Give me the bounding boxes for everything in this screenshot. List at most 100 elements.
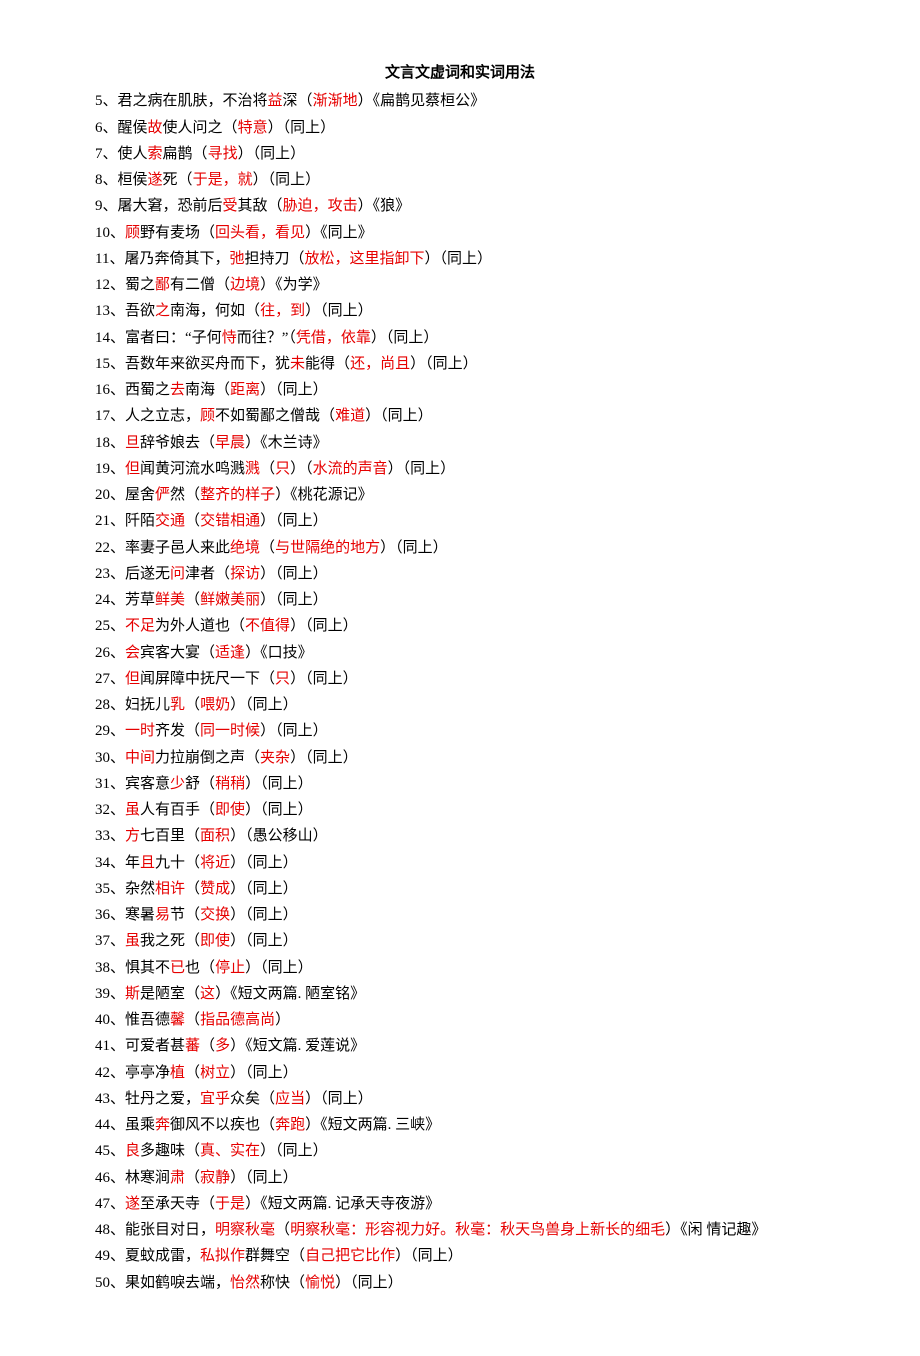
entry-number: 44、	[95, 1117, 125, 1133]
keyword-text: 愉悦	[305, 1275, 335, 1291]
keyword-text: 已	[170, 960, 185, 976]
list-item: 48、能张目对日，明察秋毫（明察秋毫：形容视力好。秋毫：秋天鸟兽身上新长的细毛）…	[95, 1217, 825, 1243]
list-item: 34、年且九十（将近）（同上）	[95, 850, 825, 876]
keyword-text: 赞成	[200, 881, 230, 897]
list-item: 6、醒侯故使人问之（特意）（同上）	[95, 115, 825, 141]
keyword-text: 遂	[125, 1196, 140, 1212]
entry-number: 49、	[95, 1248, 125, 1264]
list-item: 33、方七百里（面积）（愚公移山）	[95, 823, 825, 849]
body-text: ）《狼》	[358, 198, 411, 214]
keyword-text: 水流的声音	[313, 461, 388, 477]
body-text: （	[185, 1065, 200, 1081]
list-item: 46、林寒涧肃（寂静）（同上）	[95, 1165, 825, 1191]
entry-number: 5、	[95, 93, 118, 109]
body-text: ）《桃花源记》	[275, 487, 373, 503]
list-item: 17、人之立志，顾不如蜀鄙之僧哉（难道）（同上）	[95, 403, 825, 429]
body-text: ）（同上）	[260, 723, 328, 739]
body-text: 南海（	[185, 382, 230, 398]
body-text: ）（同上）	[290, 750, 358, 766]
body-text: 然（	[170, 487, 200, 503]
body-text: ）《为学》	[260, 277, 328, 293]
body-text: ）（同上）	[268, 120, 336, 136]
keyword-text: 私拟作	[200, 1248, 245, 1264]
entry-number: 25、	[95, 618, 125, 634]
keyword-text: 奔跑	[275, 1117, 305, 1133]
page-title: 文言文虚词和实词用法	[95, 60, 825, 86]
body-text: 醒侯	[118, 120, 148, 136]
keyword-text: 特意	[238, 120, 268, 136]
keyword-text: 于是，就	[193, 172, 253, 188]
body-text: 君之病在肌肤，不治将	[118, 93, 268, 109]
body-text: 屋舍	[125, 487, 155, 503]
body-text: ）《口技》	[245, 645, 313, 661]
body-text: 节（	[170, 907, 200, 923]
body-text: 后遂无	[125, 566, 170, 582]
keyword-text: 鲜美	[155, 592, 185, 608]
body-text: 众矣（	[230, 1091, 275, 1107]
body-text: ）《同上》	[305, 225, 373, 241]
body-text: ）（同上）	[380, 540, 448, 556]
keyword-text: 肃	[170, 1170, 185, 1186]
entry-number: 31、	[95, 776, 125, 792]
entry-number: 28、	[95, 697, 125, 713]
body-text: ）（同上）	[410, 356, 478, 372]
body-text: ）（同上）	[230, 697, 298, 713]
keyword-text: 鲜嫩美丽	[200, 592, 260, 608]
keyword-text: 放松，这里指卸下	[305, 251, 425, 267]
entry-number: 10、	[95, 225, 125, 241]
list-item: 31、宾客意少舒（稍稍）（同上）	[95, 771, 825, 797]
entry-number: 20、	[95, 487, 125, 503]
body-text: ）（同上）	[305, 1091, 373, 1107]
keyword-text: 宜乎	[200, 1091, 230, 1107]
list-item: 21、阡陌交通（交错相通）（同上）	[95, 508, 825, 534]
keyword-text: 顾	[200, 408, 215, 424]
entry-number: 50、	[95, 1275, 125, 1291]
body-text: ）（同上）	[230, 855, 298, 871]
body-text: ）（同上）	[395, 1248, 463, 1264]
entry-number: 43、	[95, 1091, 125, 1107]
list-item: 14、富者曰：“子何恃而往？”（凭借，依靠）（同上）	[95, 325, 825, 351]
keyword-text: 之	[155, 303, 170, 319]
keyword-text: 未	[290, 356, 305, 372]
list-item: 20、屋舍俨然（整齐的样子）《桃花源记》	[95, 482, 825, 508]
keyword-text: 馨	[170, 1012, 185, 1028]
entry-number: 19、	[95, 461, 125, 477]
body-text: 寒暑	[125, 907, 155, 923]
entry-number: 11、	[95, 251, 124, 267]
keyword-text: 弛	[229, 251, 244, 267]
keyword-text: 受	[223, 198, 238, 214]
entry-number: 39、	[95, 986, 125, 1002]
entry-number: 27、	[95, 671, 125, 687]
keyword-text: 还，尚且	[350, 356, 410, 372]
body-text: 深（	[283, 93, 313, 109]
keyword-text: 早晨	[215, 435, 245, 451]
body-text: 使人问之（	[163, 120, 238, 136]
list-item: 18、旦辞爷娘去（早晨）《木兰诗》	[95, 430, 825, 456]
body-text: （	[185, 1012, 200, 1028]
entry-number: 15、	[95, 356, 125, 372]
body-text: ）（同上）	[365, 408, 433, 424]
body-text: ）	[275, 1012, 290, 1028]
body-text: 率妻子邑人来此	[125, 540, 230, 556]
body-text: 舒（	[185, 776, 215, 792]
keyword-text: 但	[125, 671, 140, 687]
body-text: （	[260, 461, 275, 477]
keyword-text: 方	[125, 828, 140, 844]
entry-number: 34、	[95, 855, 125, 871]
keyword-text: 明察秋毫	[215, 1222, 275, 1238]
entry-number: 17、	[95, 408, 125, 424]
keyword-text: 只	[275, 461, 290, 477]
body-text: ）（同上）	[260, 1143, 328, 1159]
entry-number: 45、	[95, 1143, 125, 1159]
keyword-text: 旦	[125, 435, 140, 451]
keyword-text: 少	[170, 776, 185, 792]
body-text: 西蜀之	[125, 382, 170, 398]
body-text: 惟吾德	[125, 1012, 170, 1028]
body-text: 可爱者甚	[125, 1038, 185, 1054]
body-text: （	[200, 1038, 215, 1054]
entry-number: 32、	[95, 802, 125, 818]
list-item: 26、会宾客大宴（适逢）《口技》	[95, 640, 825, 666]
list-item: 47、遂至承天寺（于是）《短文两篇. 记承天寺夜游》	[95, 1191, 825, 1217]
entry-number: 26、	[95, 645, 125, 661]
body-text: ）（同上）	[253, 172, 321, 188]
